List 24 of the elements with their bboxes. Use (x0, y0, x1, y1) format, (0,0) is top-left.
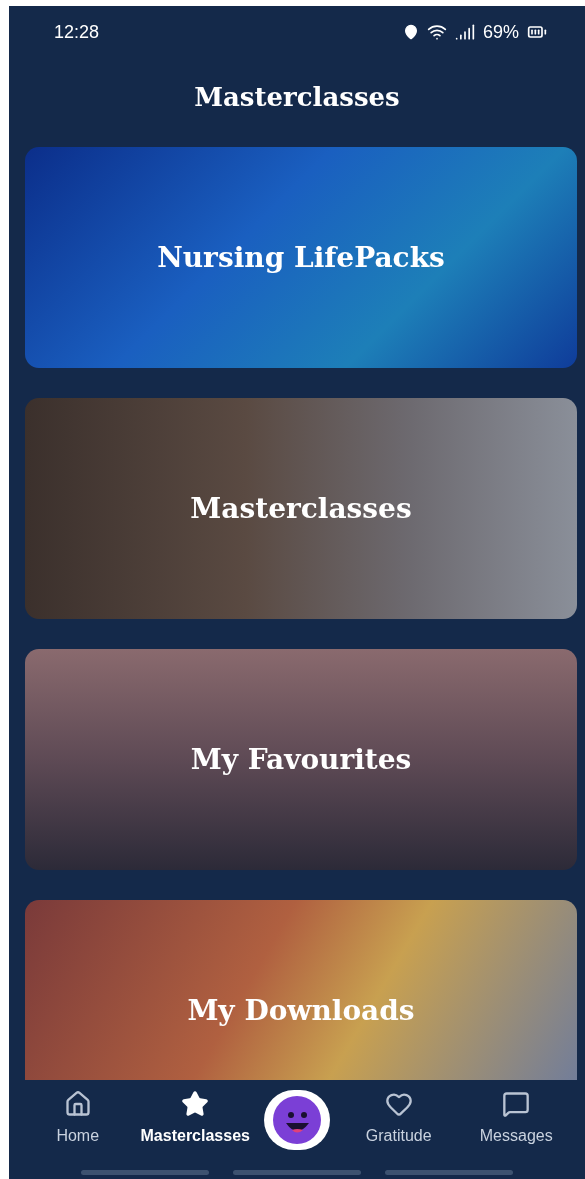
category-card[interactable]: My Downloads (25, 900, 577, 1080)
category-card[interactable]: Nursing LifePacks (25, 147, 577, 368)
smiley-icon (272, 1095, 322, 1145)
home-icon (63, 1090, 92, 1118)
star-icon (181, 1090, 210, 1118)
card-title: Masterclasses (190, 490, 412, 527)
card-title: Nursing LifePacks (157, 239, 445, 276)
nav-tab[interactable]: Masterclasses (136, 1090, 254, 1148)
nav-tab[interactable]: Gratitude (340, 1090, 458, 1148)
heart-icon (384, 1090, 413, 1118)
category-card[interactable]: My Favourites (25, 649, 577, 870)
card-title: My Favourites (190, 741, 412, 778)
signal-icon (454, 22, 475, 42)
nav-tab[interactable]: Messages (457, 1090, 575, 1148)
message-icon (502, 1090, 531, 1118)
status-time: 12:28 (54, 20, 100, 44)
wifi-icon (426, 22, 447, 42)
location-icon (402, 24, 419, 40)
category-card[interactable]: Masterclasses (25, 398, 577, 619)
battery-percent: 69% (482, 20, 519, 44)
card-title: My Downloads (187, 992, 415, 1029)
nav-tab[interactable]: Home (19, 1090, 137, 1148)
page-title: Masterclasses (194, 81, 400, 114)
mascot-avatar-button[interactable] (264, 1090, 330, 1150)
